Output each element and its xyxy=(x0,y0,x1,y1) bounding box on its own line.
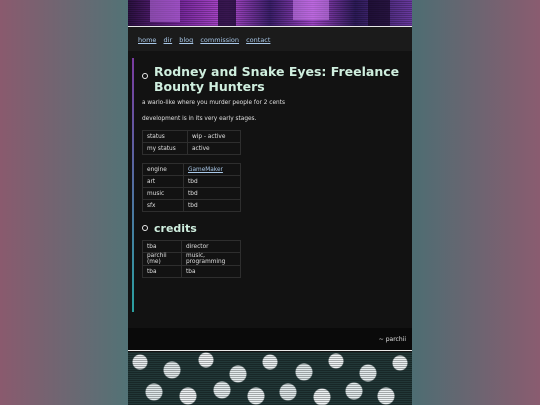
table-cell: sfx xyxy=(142,199,184,212)
table-row: my status active xyxy=(142,142,241,155)
development-note: development is in its very early stages. xyxy=(142,116,257,122)
table-row: parchii (me) music, programming xyxy=(142,252,241,266)
nav-links: home dir blog commission contact xyxy=(138,36,275,44)
table-cell: parchii (me) xyxy=(142,252,182,266)
page-container: home dir blog commission contact Rodney … xyxy=(128,0,412,405)
nav-link-blog[interactable]: blog xyxy=(179,36,193,44)
table-row: status wip - active xyxy=(142,130,241,143)
bullet-icon xyxy=(142,73,148,79)
tagline-text: a wario-like where you murder people for… xyxy=(142,100,285,106)
table-cell: tba xyxy=(142,265,182,278)
table-cell: tba xyxy=(142,240,182,253)
nav-link-contact[interactable]: contact xyxy=(246,36,270,44)
page-title: Rodney and Snake Eyes: Freelance Bounty … xyxy=(154,64,400,94)
table-row: art tbd xyxy=(142,175,241,188)
table-row: sfx tbd xyxy=(142,199,241,212)
accent-bar xyxy=(132,58,134,312)
table-cell: status xyxy=(142,130,188,143)
credits-heading: credits xyxy=(154,222,197,235)
table-cell: engine xyxy=(142,163,184,176)
table-row: music tbd xyxy=(142,187,241,200)
nav-link-home[interactable]: home xyxy=(138,36,156,44)
footer-banner-image xyxy=(128,352,412,405)
footer: ~ parchii xyxy=(128,328,412,351)
tools-table: engine GameMaker art tbd music tbd sfx t… xyxy=(142,163,241,212)
table-row: tba tba xyxy=(142,265,241,278)
bullet-icon xyxy=(142,225,148,231)
footer-signature: ~ parchii xyxy=(378,336,406,343)
table-cell: art xyxy=(142,175,184,188)
table-cell: music xyxy=(142,187,184,200)
nav-bar: home dir blog commission contact xyxy=(128,26,412,51)
table-row: engine GameMaker xyxy=(142,163,241,176)
nav-link-dir[interactable]: dir xyxy=(164,36,173,44)
table-cell: tbd xyxy=(183,199,241,212)
nav-link-commission[interactable]: commission xyxy=(200,36,239,44)
table-cell: music, programming xyxy=(181,252,241,266)
table-cell: active xyxy=(187,142,241,155)
table-cell: tbd xyxy=(183,187,241,200)
credits-table: tba director parchii (me) music, program… xyxy=(142,240,241,278)
engine-link[interactable]: GameMaker xyxy=(188,167,223,173)
table-cell: tbd xyxy=(183,175,241,188)
table-row: tba director xyxy=(142,240,241,253)
table-cell: wip - active xyxy=(187,130,241,143)
table-cell: GameMaker xyxy=(183,163,241,176)
table-cell: tba xyxy=(181,265,241,278)
table-cell: my status xyxy=(142,142,188,155)
status-table: status wip - active my status active xyxy=(142,130,241,155)
header-banner-image xyxy=(128,0,412,26)
table-cell: director xyxy=(181,240,241,253)
